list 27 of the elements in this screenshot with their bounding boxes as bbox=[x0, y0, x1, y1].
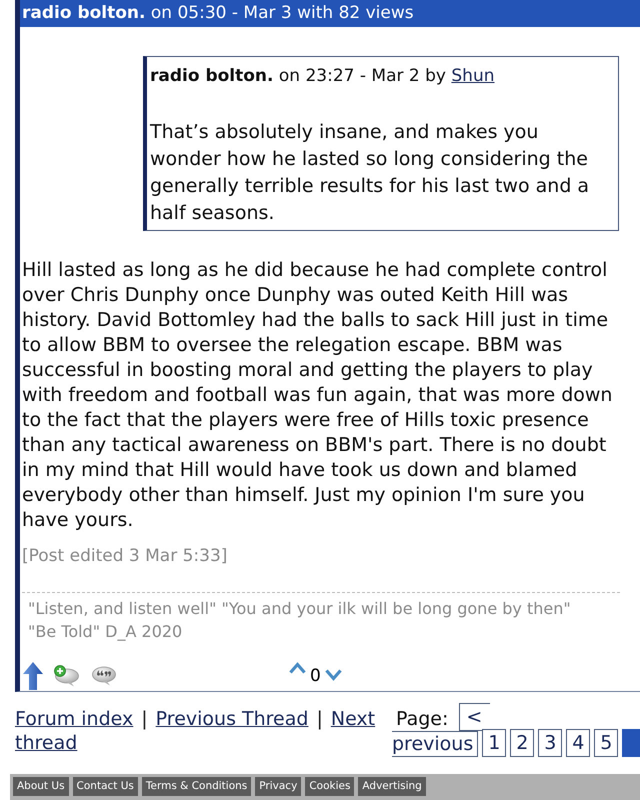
chevron-up-icon[interactable] bbox=[289, 662, 306, 674]
footer-link[interactable]: Cookies bbox=[305, 777, 354, 796]
footer-link[interactable]: Terms & Conditions bbox=[142, 777, 252, 796]
page-number[interactable]: 4 bbox=[566, 729, 590, 757]
footer-link[interactable]: Privacy bbox=[255, 777, 302, 796]
page-number[interactable]: 1 bbox=[482, 729, 506, 757]
edited-note: [Post edited 3 Mar 5:33] bbox=[21, 545, 228, 568]
footer-link[interactable]: About Us bbox=[13, 777, 69, 796]
signature-text: "Listen, and listen well" "You and your ilk will be long gone by then" "Be Told" D_A 2020 bbox=[27, 598, 572, 643]
thread-nav-links[interactable]: Forum index | Previous Thread | Next thread bbox=[15, 707, 392, 755]
quote-header: radio bolton. on 23:27 - Mar 2 by Shun bbox=[150, 65, 496, 88]
previous-page-link[interactable]: previous bbox=[392, 731, 478, 757]
post-header: radio bolton. on 05:30 - Mar 3 with 82 views bbox=[20, 0, 640, 27]
page-number[interactable]: 3 bbox=[538, 729, 562, 757]
quote-text: That’s absolutely insane, and makes you wonder how he lasted so long considering the generally terrible results for his last two and a half seasons. bbox=[150, 120, 590, 226]
footer-link[interactable]: Contact Us bbox=[72, 777, 138, 796]
chevron-down-icon[interactable] bbox=[324, 669, 342, 681]
speech-bubble-plus-icon[interactable] bbox=[53, 665, 79, 687]
up-arrow-icon[interactable] bbox=[23, 662, 43, 690]
page-number[interactable]: 5 bbox=[594, 729, 618, 757]
post-text: Hill lasted as long as he did because he had complete control over Chris Dunphy once Dunphy was outed Keith Hill was history. David Bottomley had the balls to sack Hill just in time to allow BBM to oversee the relegation escape. BBM was successful in boosting moral and getting the players to play with freedom and football was fun again, that was more down to the fact that the players were free of Hills toxic presence than any tactical awareness on BBM's part. There is no doubt in my mind that Hill would have took us down and blamed everybody other than himself. Just my opinion I'm sure you have yours. bbox=[21, 258, 614, 533]
footer-link[interactable]: Advertising bbox=[358, 777, 426, 796]
page-label: Page: bbox=[396, 707, 448, 731]
page-number[interactable]: 2 bbox=[510, 729, 534, 757]
user-link[interactable]: Shun bbox=[451, 66, 494, 86]
speech-bubble-quote-icon[interactable] bbox=[92, 666, 116, 686]
vote-score: 0 bbox=[310, 666, 321, 686]
